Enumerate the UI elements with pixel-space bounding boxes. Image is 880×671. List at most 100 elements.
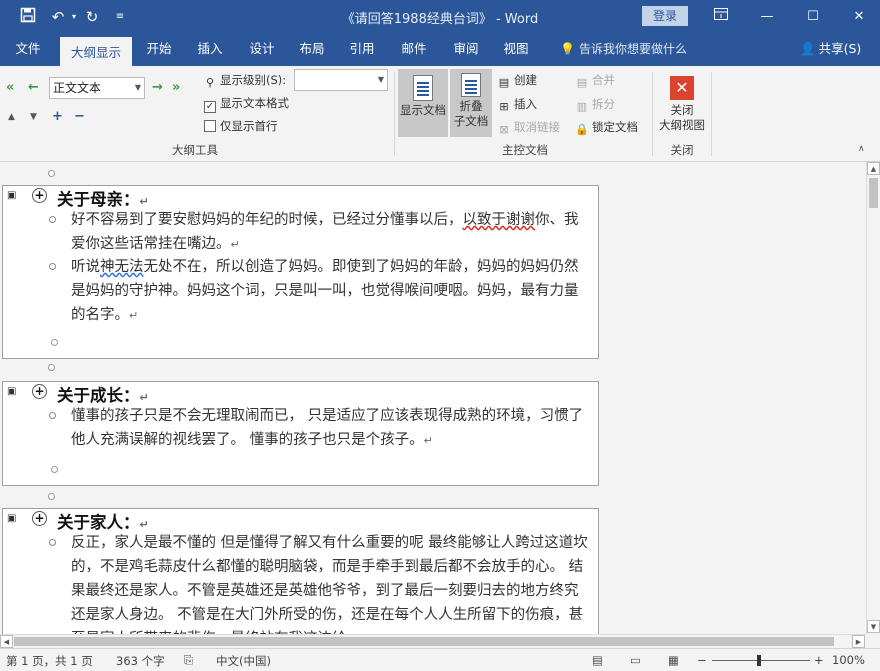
- expand-plus-icon[interactable]: +: [32, 384, 47, 399]
- group-divider: [711, 72, 712, 156]
- scroll-left-icon[interactable]: ◀: [0, 635, 13, 648]
- close-outline-label-2: 大纲视图: [659, 118, 705, 132]
- promote-icon[interactable]: ←: [28, 80, 39, 95]
- tab-home[interactable]: 开始: [138, 34, 180, 66]
- show-document-icon: [413, 75, 433, 101]
- merge-button[interactable]: ▤ 合并: [575, 72, 615, 90]
- tab-review[interactable]: 审阅: [444, 34, 488, 66]
- subdocument-family[interactable]: ▣ + 关于家人：↵ 反正，家人是最不懂的 但是懂得了解又有什么重要的呢 最终能…: [2, 508, 599, 634]
- subdocument-icon[interactable]: ▣: [7, 513, 18, 524]
- master-document-group-label: 主控文档: [502, 143, 548, 157]
- undo-dropdown-icon[interactable]: ▾: [64, 7, 84, 27]
- show-level-combo[interactable]: ▼: [294, 69, 388, 91]
- group-divider: [652, 72, 653, 156]
- outline-tools-group-label: 大纲工具: [172, 143, 218, 157]
- insert-icon: ⊞: [499, 100, 509, 113]
- print-layout-icon[interactable]: ▭: [630, 653, 641, 667]
- close-outline-label-1: 关闭: [670, 103, 694, 117]
- redo-icon[interactable]: ↻: [82, 7, 102, 27]
- show-first-line-checkbox[interactable]: 仅显示首行: [204, 118, 278, 134]
- vertical-scroll-thumb[interactable]: [869, 178, 878, 208]
- promote-heading1-icon[interactable]: «: [6, 80, 14, 95]
- login-button[interactable]: 登录: [642, 6, 688, 26]
- share-button[interactable]: 👤 共享(S): [800, 34, 861, 66]
- outline-level-combo[interactable]: 正文文本 ▼: [49, 77, 145, 99]
- group-divider: [394, 72, 395, 156]
- ribbon-tabs: 文件 大纲显示 开始 插入 设计 布局 引用 邮件 审阅 视图 💡 告诉我你想要做…: [0, 34, 880, 66]
- split-button[interactable]: ▥ 拆分: [575, 96, 615, 114]
- minimize-icon[interactable]: —: [756, 6, 778, 28]
- web-layout-icon[interactable]: ▦: [668, 653, 679, 667]
- save-icon[interactable]: [18, 7, 38, 27]
- collapse-subdocuments-button[interactable]: 折叠 子文档: [450, 69, 492, 137]
- show-text-format-checkbox[interactable]: ✓ 显示文本格式: [204, 95, 289, 113]
- tab-design[interactable]: 设计: [240, 34, 284, 66]
- unlink-button[interactable]: ⊠ 取消链接: [497, 119, 560, 137]
- word-count[interactable]: 363 个字: [116, 653, 165, 669]
- show-document-button[interactable]: 显示文档: [398, 69, 448, 137]
- maximize-icon[interactable]: ☐: [802, 6, 824, 28]
- document-canvas[interactable]: ▣ + 关于母亲：↵ 好不容易到了要安慰妈妈的年纪的时候，已经过分懂事以后，以致…: [0, 162, 866, 634]
- ribbon: « ← 正文文本 ▼ → » ▲ ▼ + − ⚲ 显示级别(S): ▼ ✓ 显示文本…: [0, 66, 880, 162]
- expand-icon[interactable]: +: [52, 109, 63, 124]
- language-indicator[interactable]: 中文(中国): [216, 653, 271, 669]
- zoom-in-icon[interactable]: +: [814, 653, 824, 667]
- subdocument-mother[interactable]: ▣ + 关于母亲：↵ 好不容易到了要安慰妈妈的年纪的时候，已经过分懂事以后，以致…: [2, 185, 599, 359]
- close-icon[interactable]: ✕: [848, 6, 870, 28]
- close-outline-view-button[interactable]: ✕ 关闭 大纲视图: [656, 76, 708, 138]
- create-button[interactable]: ▤ 创建: [497, 72, 537, 90]
- empty-paragraph-bullet: [48, 493, 55, 500]
- zoom-slider-thumb[interactable]: [757, 655, 761, 666]
- show-document-label: 显示文档: [400, 103, 446, 117]
- horizontal-scrollbar[interactable]: ◀ ▶: [0, 634, 866, 648]
- demote-body-icon[interactable]: »: [172, 80, 180, 95]
- tell-me-search[interactable]: 💡 告诉我你想要做什么: [560, 34, 687, 66]
- subdocument-growth[interactable]: ▣ + 关于成长：↵ 懂事的孩子只是不会无理取闹而已， 只是适应了应该表现得成熟…: [2, 381, 599, 486]
- person-icon: 👤: [800, 41, 816, 56]
- paragraph[interactable]: 听说神无法无处不在，所以创造了妈妈。即使到了妈妈的年龄，妈妈的妈妈仍然是妈妈的守…: [71, 255, 589, 328]
- empty-paragraph-bullet: [48, 170, 55, 177]
- demote-icon[interactable]: →: [152, 80, 163, 95]
- zoom-slider[interactable]: [712, 660, 810, 661]
- vertical-scrollbar[interactable]: ▲ ▼: [866, 162, 880, 634]
- ribbon-display-icon[interactable]: [710, 6, 732, 28]
- collapse-icon[interactable]: −: [74, 109, 85, 124]
- paragraph-bullet: [49, 412, 56, 419]
- subdocument-icon[interactable]: ▣: [7, 386, 18, 397]
- expand-plus-icon[interactable]: +: [32, 511, 47, 526]
- close-group-label: 关闭: [670, 143, 694, 157]
- insert-subdocument-button[interactable]: ⊞ 插入: [497, 96, 537, 114]
- tab-insert[interactable]: 插入: [188, 34, 232, 66]
- scroll-up-icon[interactable]: ▲: [867, 162, 880, 175]
- customize-icon[interactable]: ≡: [110, 7, 130, 27]
- paragraph[interactable]: 反正，家人是最不懂的 但是懂得了解又有什么重要的呢 最终能够让人跨过这道坎的，不…: [71, 531, 589, 634]
- status-bar: 第 1 页，共 1 页 363 个字 ⎘ 中文(中国) ▤ ▭ ▦ − + 10…: [0, 648, 880, 671]
- tab-file[interactable]: 文件: [6, 34, 50, 66]
- tab-outline[interactable]: 大纲显示: [60, 37, 132, 66]
- tab-view[interactable]: 视图: [494, 34, 538, 66]
- subdocument-icon[interactable]: ▣: [7, 190, 18, 201]
- tab-mailings[interactable]: 邮件: [392, 34, 436, 66]
- move-down-icon[interactable]: ▼: [30, 112, 37, 122]
- show-level-label: ⚲ 显示级别(S):: [203, 72, 286, 90]
- create-icon: ▤: [498, 76, 510, 89]
- zoom-level[interactable]: 100%: [832, 653, 865, 667]
- zoom-out-icon[interactable]: −: [697, 653, 707, 667]
- paragraph[interactable]: 好不容易到了要安慰妈妈的年纪的时候，已经过分懂事以后，以致于谢谢你、我爱你这些话…: [71, 208, 589, 257]
- move-up-icon[interactable]: ▲: [8, 112, 15, 122]
- scroll-down-icon[interactable]: ▼: [867, 620, 880, 633]
- read-mode-icon[interactable]: ▤: [592, 653, 603, 667]
- horizontal-scroll-thumb[interactable]: [14, 637, 834, 646]
- scroll-right-icon[interactable]: ▶: [852, 635, 865, 648]
- tab-layout[interactable]: 布局: [290, 34, 334, 66]
- split-icon: ▥: [576, 100, 588, 113]
- tell-me-text: 告诉我你想要做什么: [578, 42, 687, 56]
- page-count[interactable]: 第 1 页，共 1 页: [6, 653, 93, 669]
- paragraph[interactable]: 懂事的孩子只是不会无理取闹而已， 只是适应了应该表现得成熟的环境，习惯了他人充满…: [71, 404, 589, 453]
- proofing-icon[interactable]: ⎘: [184, 653, 193, 668]
- expand-plus-icon[interactable]: +: [32, 188, 47, 203]
- tab-references[interactable]: 引用: [340, 34, 384, 66]
- lock-document-button[interactable]: 🔒 锁定文档: [575, 119, 638, 137]
- collapse-ribbon-icon[interactable]: ∧: [858, 144, 865, 154]
- paragraph-bullet: [49, 263, 56, 270]
